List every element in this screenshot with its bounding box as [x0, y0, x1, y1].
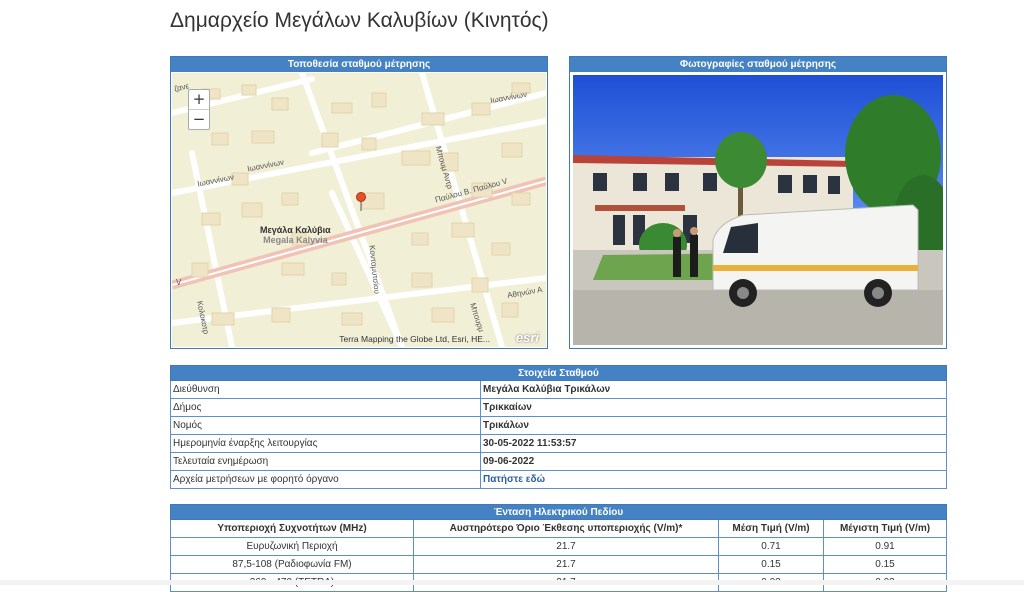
photo-panel-header: Φωτογραφίες σταθμού μέτρησης: [570, 57, 946, 72]
esri-logo: esri: [515, 330, 539, 345]
cell-max: 0.91: [823, 537, 947, 556]
measurement-files-cell: Πατήστε εδώ: [480, 470, 947, 489]
station-photo-image: [573, 75, 943, 345]
zoom-control: + −: [188, 89, 210, 130]
photo-panel: Φωτογραφίες σταθμού μέτρησης: [569, 56, 947, 349]
table-row: Αρχεία μετρήσεων με φορητό όργανο Πατήστ…: [170, 470, 947, 489]
table-row: Τελευταία ενημέρωση 09-06-2022: [170, 452, 947, 471]
field-table-header: Ένταση Ηλεκτρικού Πεδίου: [170, 504, 947, 520]
measurement-files-label: Αρχεία μετρήσεων με φορητό όργανο: [170, 470, 481, 489]
cell-limit: 21.7: [413, 537, 719, 556]
zoom-in-button[interactable]: +: [189, 90, 209, 109]
table-row: Νομός Τρικάλων: [170, 416, 947, 435]
table-row: Ημερομηνία έναρξης λειτουργίας 30-05-202…: [170, 434, 947, 453]
col-max-value: Μέγιστη Τιμή (V/m): [823, 519, 947, 538]
map-panel: Τοποθεσία σταθμού μέτρησης ζανε Ιωαννίνω…: [170, 56, 548, 349]
table-row: Δήμος Τρικκαίων: [170, 398, 947, 417]
station-info-table: Στοιχεία Σταθμού Διεύθυνση Μεγάλα Καλύβι…: [170, 365, 947, 489]
table-row: Ευρυζωνική Περιοχή 21.7 0.71 0.91: [170, 537, 947, 556]
start-date-value: 30-05-2022 11:53:57: [480, 434, 947, 453]
place-name: Μεγάλα Καλύβια: [260, 225, 331, 235]
address-value: Μεγάλα Καλύβια Τρικάλων: [480, 380, 947, 399]
municipality-value: Τρικκαίων: [480, 398, 947, 417]
col-average-value: Μέση Τιμή (V/m): [718, 519, 824, 538]
station-table-header: Στοιχεία Σταθμού: [170, 365, 947, 381]
map-view[interactable]: ζανε Ιωαννίνων Ιωαννίνων Ιωαννίνων Παύλο…: [172, 73, 546, 347]
prefecture-label: Νομός: [170, 416, 481, 435]
last-update-label: Τελευταία ενημέρωση: [170, 452, 481, 471]
last-update-value: 09-06-2022: [480, 452, 947, 471]
place-name-latin: Megala Kalyvia: [263, 235, 328, 245]
place-label: Μεγάλα Καλύβια Megala Kalyvia: [260, 225, 331, 245]
zoom-out-button[interactable]: −: [189, 109, 209, 129]
municipality-label: Δήμος: [170, 398, 481, 417]
address-label: Διεύθυνση: [170, 380, 481, 399]
table-row: Διεύθυνση Μεγάλα Καλύβια Τρικάλων: [170, 380, 947, 399]
electric-field-table: Ένταση Ηλεκτρικού Πεδίου Υποπεριοχή Συχν…: [170, 504, 947, 592]
cell-avg: 0.71: [718, 537, 824, 556]
col-exposure-limit: Αυστηρότερο Όριο Έκθεσης υποπεριοχής (V/…: [413, 519, 719, 538]
cell-range: 87,5-108 (Ραδιοφωνία FM): [170, 555, 414, 574]
street-label: V: [176, 278, 182, 287]
table-row: 87,5-108 (Ραδιοφωνία FM) 21.7 0.15 0.15: [170, 555, 947, 574]
cell-avg: 0.15: [718, 555, 824, 574]
page-title: Δημαρχείο Μεγάλων Καλυβίων (Κινητός): [170, 9, 549, 32]
col-frequency-range: Υποπεριοχή Συχνοτήτων (MHz): [170, 519, 414, 538]
cell-max: 0.15: [823, 555, 947, 574]
page-bottom-edge: [0, 580, 1024, 585]
prefecture-value: Τρικάλων: [480, 416, 947, 435]
column-header-row: Υποπεριοχή Συχνοτήτων (MHz) Αυστηρότερο …: [170, 519, 947, 538]
station-photo[interactable]: [573, 75, 943, 345]
measurement-files-link[interactable]: Πατήστε εδώ: [483, 474, 545, 485]
map-canvas[interactable]: [172, 73, 546, 347]
map-panel-header: Τοποθεσία σταθμού μέτρησης: [171, 57, 547, 72]
cell-limit: 21.7: [413, 555, 719, 574]
map-attribution: Terra Mapping the Globe Ltd, Esri, HE...: [339, 334, 490, 344]
start-date-label: Ημερομηνία έναρξης λειτουργίας: [170, 434, 481, 453]
cell-range: Ευρυζωνική Περιοχή: [170, 537, 414, 556]
